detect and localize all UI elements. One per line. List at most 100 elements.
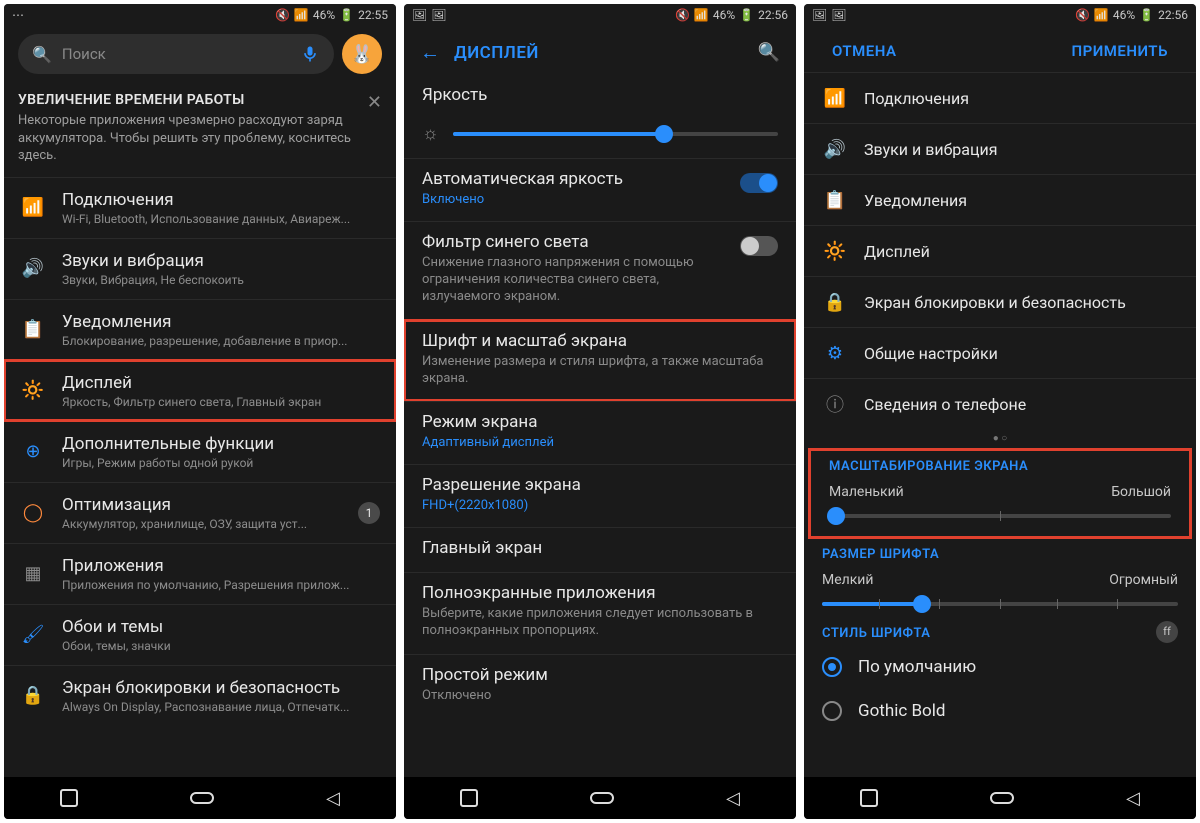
close-icon[interactable]: ✕ xyxy=(367,92,382,113)
preview-item-3[interactable]: 🔆 Дисплей xyxy=(804,225,1196,276)
settings-item-4[interactable]: ⊕ Дополнительные функции Игры, Режим раб… xyxy=(4,421,396,482)
resolution-row[interactable]: Разрешение экрана FHD+(2220x1080) xyxy=(404,464,796,527)
item-sub: Яркость, Фильтр синего света, Главный эк… xyxy=(62,395,380,409)
statusbar: 🖼 🖼 🔇 📶 46% 🔋 22:56 xyxy=(804,4,1196,26)
clock: 22:55 xyxy=(358,8,388,22)
item-title: Экран блокировки и безопасность xyxy=(62,678,380,698)
item-icon: 🔊 xyxy=(20,256,46,282)
nav-recents[interactable] xyxy=(860,789,878,807)
search-input[interactable]: 🔍 Поиск xyxy=(18,34,334,74)
fontsize-large-label: Огромный xyxy=(1109,572,1178,588)
item-title: Подключения xyxy=(62,190,380,210)
scale-slider[interactable] xyxy=(829,514,1171,518)
item-title: Уведомления xyxy=(864,191,1178,210)
row-title: Режим экрана xyxy=(422,412,778,432)
brightness-slider[interactable] xyxy=(453,132,779,136)
brightness-slider-row: ☼ xyxy=(404,119,796,158)
mic-icon[interactable] xyxy=(300,44,320,64)
apply-button[interactable]: ПРИМЕНИТЬ xyxy=(1071,42,1168,60)
item-title: Дисплей xyxy=(62,373,380,393)
fullscreen-apps-row[interactable]: Полноэкранные приложения Выберите, какие… xyxy=(404,572,796,654)
item-sub: Блокирование, разрешение, добавление в п… xyxy=(62,334,380,348)
item-icon: ◯ xyxy=(20,500,46,526)
item-title: Звуки и вибрация xyxy=(62,251,380,271)
screen-mode-row[interactable]: Режим экрана Адаптивный дисплей xyxy=(404,401,796,464)
font-option-1[interactable]: Gothic Bold xyxy=(804,689,1196,733)
item-title: Дисплей xyxy=(864,242,1178,261)
row-title: Шрифт и масштаб экрана xyxy=(422,331,778,351)
preview-item-0[interactable]: 📶 Подключения xyxy=(804,73,1196,123)
nav-back[interactable]: ◁ xyxy=(726,788,740,809)
navbar: ◁ xyxy=(804,777,1196,819)
item-icon: 🔒 xyxy=(20,683,46,709)
screen-display-settings: 🖼 🖼 🔇 📶 46% 🔋 22:56 ← ДИСПЛЕЙ 🔍 Яркость … xyxy=(404,4,796,819)
item-sub: Приложения по умолчанию, Разрешения прил… xyxy=(62,578,380,592)
nav-back[interactable]: ◁ xyxy=(1126,788,1140,809)
row-sub: Выберите, какие приложения следует испол… xyxy=(422,606,778,640)
settings-item-7[interactable]: 🖌 Обои и темы Обои, темы, значки xyxy=(4,604,396,665)
item-icon: 🔆 xyxy=(822,238,848,264)
item-title: Приложения xyxy=(62,556,380,576)
row-status: Включено xyxy=(422,192,728,207)
font-option-0[interactable]: По умолчанию xyxy=(804,645,1196,689)
toggle-auto-brightness[interactable] xyxy=(740,173,778,193)
item-title: Обои и темы xyxy=(62,617,380,637)
blue-filter-row[interactable]: Фильтр синего света Снижение глазного на… xyxy=(404,221,796,320)
item-sub: Обои, темы, значки xyxy=(62,639,380,653)
item-icon: ⚙ xyxy=(822,340,848,366)
screen-scale-section: МАСШТАБИРОВАНИЕ ЭКРАНА Маленький Большой xyxy=(808,448,1192,539)
battery-banner[interactable]: УВЕЛИЧЕНИЕ ВРЕМЕНИ РАБОТЫ Некоторые прил… xyxy=(4,82,396,178)
simple-mode-row[interactable]: Простой режим Отключено xyxy=(404,654,796,717)
settings-item-8[interactable]: 🔒 Экран блокировки и безопасность Always… xyxy=(4,665,396,726)
search-icon: 🔍 xyxy=(32,45,52,64)
row-sub: Изменение размера и стиля шрифта, а такж… xyxy=(422,354,778,388)
item-icon: 🔒 xyxy=(822,289,848,315)
row-link: FHD+(2220x1080) xyxy=(422,498,778,513)
signal-icon: 📶 xyxy=(294,8,309,22)
preview-item-4[interactable]: 🔒 Экран блокировки и безопасность xyxy=(804,276,1196,327)
settings-item-5[interactable]: ◯ Оптимизация Аккумулятор, хранилище, ОЗ… xyxy=(4,482,396,543)
nav-recents[interactable] xyxy=(60,789,78,807)
nav-recents[interactable] xyxy=(460,789,478,807)
screen-settings-main: ⋯ 🔇 📶 46% 🔋 22:55 🔍 Поиск 🐰 УВЕЛИЧЕНИЕ В… xyxy=(4,4,396,819)
preview-item-1[interactable]: 🔊 Звуки и вибрация xyxy=(804,123,1196,174)
toggle-blue-filter[interactable] xyxy=(740,236,778,256)
settings-item-0[interactable]: 📶 Подключения Wi-Fi, Bluetooth, Использо… xyxy=(4,178,396,238)
back-icon[interactable]: ← xyxy=(420,40,440,65)
nav-home[interactable] xyxy=(990,792,1014,804)
settings-item-3[interactable]: 🔆 Дисплей Яркость, Фильтр синего света, … xyxy=(4,360,396,421)
font-download-icon[interactable]: ff xyxy=(1156,621,1178,643)
font-scale-row[interactable]: Шрифт и масштаб экрана Изменение размера… xyxy=(404,320,796,402)
battery-pct: 46% xyxy=(313,8,335,22)
battery-pct: 46% xyxy=(713,8,735,22)
screenshot-icon: 🖼 xyxy=(431,8,446,22)
nav-back[interactable]: ◁ xyxy=(326,788,340,809)
cancel-button[interactable]: ОТМЕНА xyxy=(832,42,897,60)
screenshot-icon: 🖼 xyxy=(412,8,427,22)
radio-icon xyxy=(822,657,842,677)
mute-icon: 🔇 xyxy=(675,8,690,22)
preview-item-5[interactable]: ⚙ Общие настройки xyxy=(804,327,1196,378)
fontsize-slider[interactable] xyxy=(822,602,1178,606)
battery-icon: 🔋 xyxy=(739,8,754,22)
nav-home[interactable] xyxy=(190,792,214,804)
settings-item-1[interactable]: 🔊 Звуки и вибрация Звуки, Вибрация, Не б… xyxy=(4,238,396,299)
settings-item-2[interactable]: 📋 Уведомления Блокирование, разрешение, … xyxy=(4,299,396,360)
auto-brightness-row[interactable]: Автоматическая яркость Включено xyxy=(404,158,796,221)
row-status: Отключено xyxy=(422,688,778,703)
item-title: Оптимизация xyxy=(62,495,342,515)
nav-home[interactable] xyxy=(590,792,614,804)
item-sub: Игры, Режим работы одной рукой xyxy=(62,456,380,470)
profile-avatar[interactable]: 🐰 xyxy=(342,34,382,74)
brightness-section: Яркость xyxy=(404,75,796,119)
home-screen-row[interactable]: Главный экран xyxy=(404,527,796,572)
row-sub: Снижение глазного напряжения с помощью о… xyxy=(422,255,728,306)
settings-list: 📶 Подключения Wi-Fi, Bluetooth, Использо… xyxy=(4,178,396,777)
row-title: Главный экран xyxy=(422,538,778,558)
font-style-options: По умолчанию Gothic Bold xyxy=(804,645,1196,733)
settings-item-6[interactable]: ▦ Приложения Приложения по умолчанию, Ра… xyxy=(4,543,396,604)
preview-item-2[interactable]: 📋 Уведомления xyxy=(804,174,1196,225)
preview-item-6[interactable]: ⓘ Сведения о телефоне xyxy=(804,378,1196,429)
row-title: Полноэкранные приложения xyxy=(422,583,778,603)
search-icon[interactable]: 🔍 xyxy=(758,42,780,63)
